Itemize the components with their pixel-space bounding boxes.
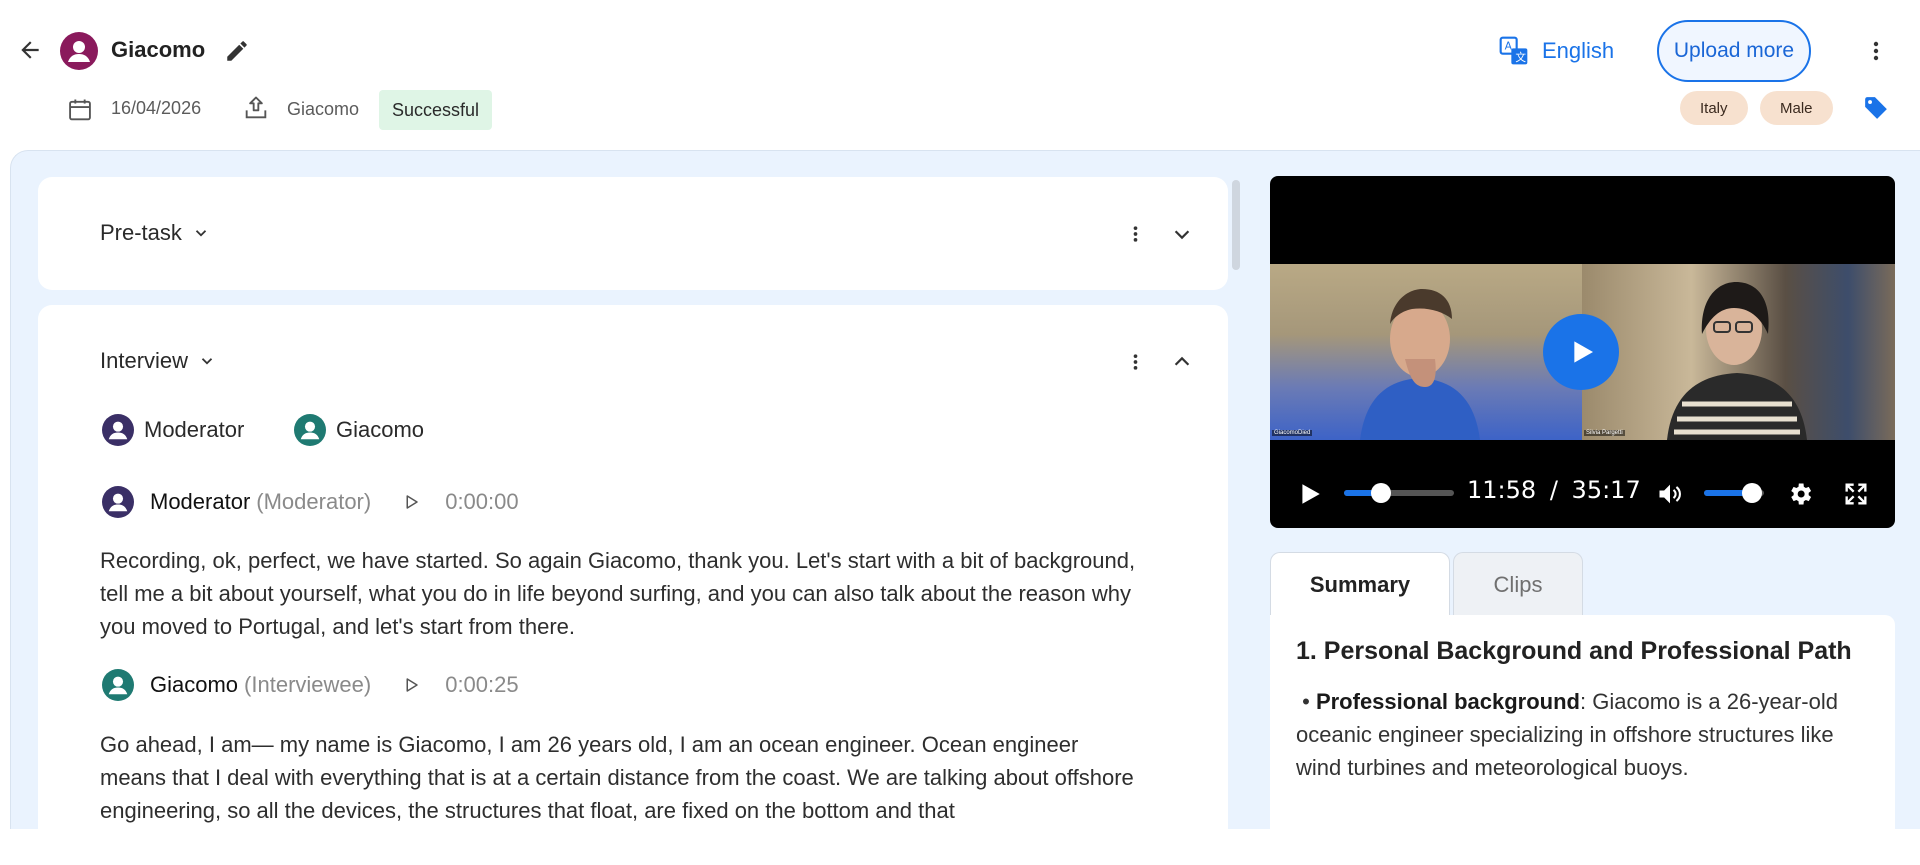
interview-section-title[interactable]: Interview bbox=[100, 348, 216, 374]
page-title: Giacomo bbox=[111, 37, 206, 62]
header-bar: Giacomo 16/04/2026 Giacomo Successful A文… bbox=[0, 0, 1920, 150]
turn-text: Recording, ok, perfect, we have started.… bbox=[100, 548, 1136, 639]
video-participant-right: Silvia Pargetti bbox=[1582, 264, 1895, 440]
video-controls: 11:58 / 35:17 bbox=[1270, 458, 1895, 528]
transcript-scrollbar[interactable] bbox=[1232, 180, 1240, 270]
turn-timestamp[interactable]: 0:00:00 bbox=[445, 489, 518, 515]
volume-slider[interactable] bbox=[1704, 483, 1764, 503]
gear-icon bbox=[1791, 483, 1812, 505]
kebab-icon bbox=[1133, 354, 1137, 370]
volume-knob[interactable] bbox=[1742, 483, 1762, 503]
upload-date: 16/04/2026 bbox=[111, 98, 202, 118]
pencil-icon bbox=[227, 41, 247, 61]
participant-label: Silvia Pargetti bbox=[1584, 430, 1625, 436]
tag-icon[interactable] bbox=[1862, 94, 1890, 122]
person-icon bbox=[108, 421, 128, 440]
play-outline-icon bbox=[406, 678, 418, 692]
play-icon bbox=[1574, 341, 1593, 363]
turn-timestamp[interactable]: 0:00:25 bbox=[445, 672, 518, 698]
edit-title-button[interactable] bbox=[222, 36, 252, 66]
kebab-icon bbox=[1873, 41, 1879, 61]
more-options-button[interactable] bbox=[1862, 36, 1890, 66]
pretask-section-title[interactable]: Pre-task bbox=[100, 220, 210, 246]
interview-more-button[interactable] bbox=[1123, 348, 1147, 376]
tab-summary[interactable]: Summary bbox=[1270, 552, 1450, 616]
avatar bbox=[60, 32, 98, 70]
participant-figure bbox=[1667, 282, 1807, 440]
tag-chip-country: Italy bbox=[1680, 91, 1748, 125]
svg-text:文: 文 bbox=[1515, 51, 1526, 64]
pretask-title-label: Pre-task bbox=[100, 220, 182, 245]
summary-heading: 1. Personal Background and Professional … bbox=[1296, 637, 1852, 665]
upload-more-button[interactable]: Upload more bbox=[1657, 20, 1811, 82]
tag-chip-gender: Male bbox=[1760, 91, 1833, 125]
avatar bbox=[102, 414, 134, 446]
fullscreen-icon bbox=[1845, 483, 1867, 505]
person-icon bbox=[68, 41, 90, 62]
bullet-label: Professional background bbox=[1315, 689, 1580, 714]
speaker-name: Moderator bbox=[144, 417, 245, 442]
turn-speaker-name: Moderator bbox=[150, 489, 251, 514]
status-badge: Successful bbox=[379, 90, 493, 130]
turn-header: Giacomo (Interviewee) 0:00:25 bbox=[100, 672, 519, 698]
big-play-button[interactable] bbox=[1543, 314, 1619, 390]
tab-clips[interactable]: Clips bbox=[1453, 552, 1583, 616]
play-button[interactable] bbox=[1294, 478, 1326, 510]
settings-button[interactable] bbox=[1784, 478, 1816, 510]
play-icon bbox=[1302, 484, 1320, 504]
chevron-down-icon bbox=[201, 358, 213, 365]
turn-speaker-role: (Interviewee) bbox=[244, 672, 372, 697]
turn-text: Go ahead, I am— my name is Giacomo, I am… bbox=[100, 732, 1134, 823]
video-participant-left: GiacomoDied bbox=[1270, 264, 1582, 440]
uploader-name: Giacomo bbox=[287, 99, 360, 119]
volume-icon bbox=[1659, 484, 1681, 504]
interview-title-label: Interview bbox=[100, 348, 189, 373]
interview-collapse-button[interactable] bbox=[1168, 348, 1196, 376]
summary-panel: 1. Personal Background and Professional … bbox=[1270, 615, 1895, 829]
upload-icon bbox=[241, 93, 271, 123]
chevron-up-icon bbox=[1174, 356, 1190, 366]
speaker-name: Giacomo bbox=[336, 417, 425, 442]
seek-bar-knob[interactable] bbox=[1371, 483, 1392, 503]
seek-bar[interactable] bbox=[1344, 483, 1454, 503]
participant-figure bbox=[1360, 289, 1480, 440]
pretask-more-button[interactable] bbox=[1123, 220, 1147, 248]
speaker-chip-giacomo[interactable]: Giacomo bbox=[294, 414, 424, 446]
time-readout: 11:58 / 35:17 bbox=[1467, 476, 1641, 504]
language-button[interactable]: A文 English bbox=[1498, 33, 1614, 69]
pretask-card: Pre-task bbox=[38, 177, 1228, 290]
back-button[interactable] bbox=[14, 34, 46, 66]
pretask-expand-button[interactable] bbox=[1168, 220, 1196, 248]
mute-button[interactable] bbox=[1653, 478, 1687, 510]
kebab-icon bbox=[1133, 226, 1137, 242]
speaker-chip-moderator[interactable]: Moderator bbox=[102, 414, 244, 446]
participant-label: GiacomoDied bbox=[1272, 430, 1313, 436]
bullet-marker: • bbox=[1296, 689, 1316, 714]
total-duration: 35:17 bbox=[1571, 476, 1641, 504]
turn-speaker-name: Giacomo bbox=[150, 672, 239, 697]
turn-play-button[interactable] bbox=[399, 490, 423, 514]
summary-bullet: • Professional background: Giacomo is a … bbox=[1296, 685, 1856, 784]
person-icon bbox=[300, 421, 320, 440]
turn-speaker-role: (Moderator) bbox=[256, 489, 372, 514]
turn-header: Moderator (Moderator) 0:00:00 bbox=[100, 489, 519, 515]
turn-play-button[interactable] bbox=[399, 673, 423, 697]
current-time: 11:58 bbox=[1467, 476, 1537, 504]
fullscreen-button[interactable] bbox=[1840, 478, 1872, 510]
calendar-icon bbox=[65, 95, 95, 125]
translate-icon: A文 bbox=[1499, 36, 1528, 65]
time-separator: / bbox=[1549, 476, 1558, 504]
arrow-left-icon bbox=[21, 41, 39, 59]
language-label: English bbox=[1542, 38, 1615, 63]
avatar bbox=[294, 414, 326, 446]
chevron-down-icon bbox=[195, 230, 207, 237]
chevron-down-icon bbox=[1174, 230, 1190, 240]
video-player[interactable]: GiacomoDied Silvia Pargetti 11:58 / 35:1… bbox=[1270, 176, 1895, 528]
play-outline-icon bbox=[406, 495, 418, 509]
